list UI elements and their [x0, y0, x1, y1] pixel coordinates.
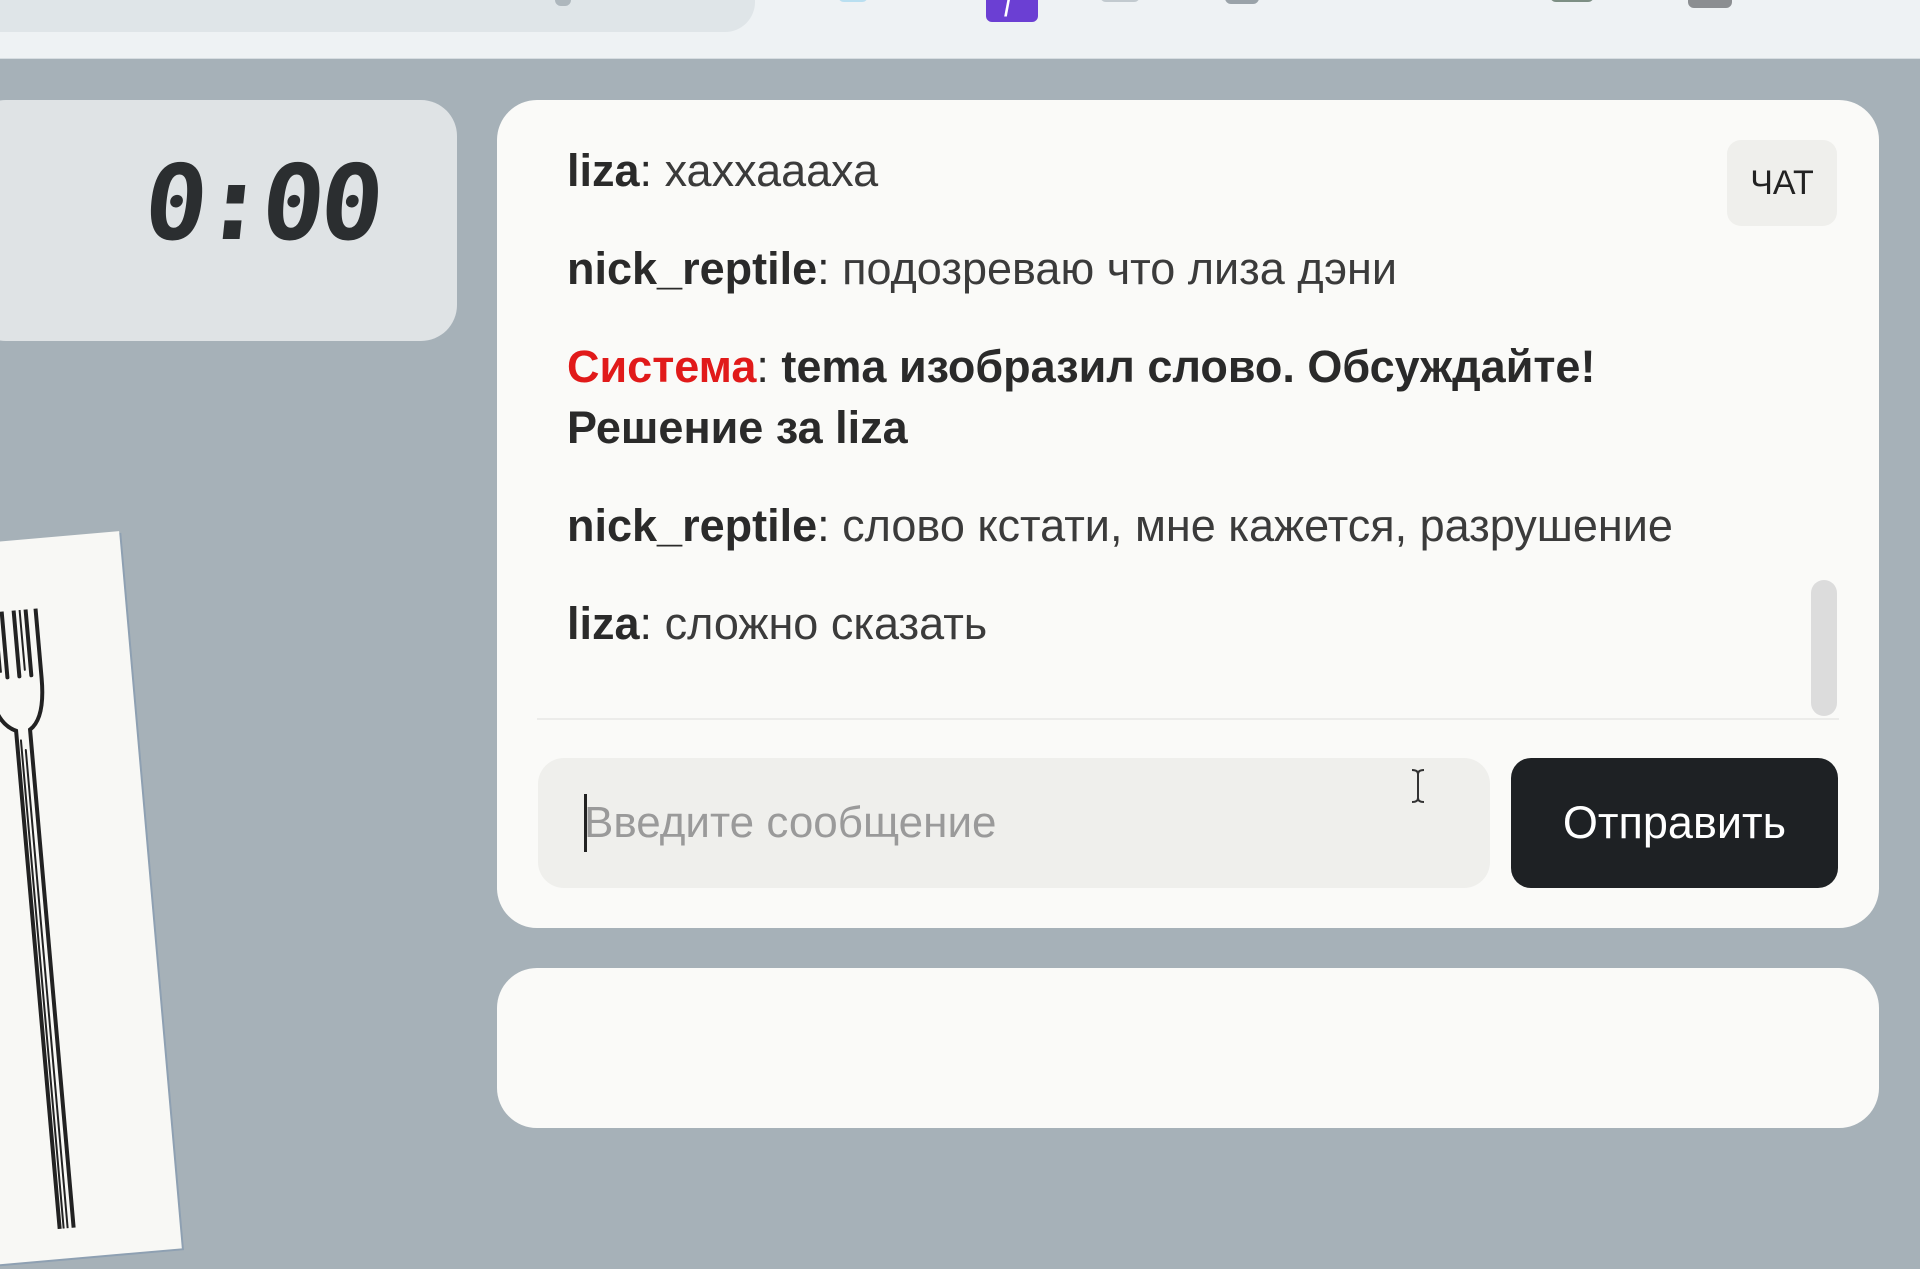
message-author: Система: [567, 341, 757, 392]
message-separator: :: [817, 500, 843, 551]
timer-display: 0:00: [138, 142, 386, 264]
message-text: сложно сказать: [664, 598, 988, 649]
message-text: хаххаааха: [664, 145, 879, 196]
message-separator: :: [817, 243, 843, 294]
message-separator: :: [756, 341, 782, 392]
message-input-wrapper: [538, 758, 1490, 888]
extension-icon[interactable]: [838, 0, 868, 2]
chat-message: liza: хаххаааха: [567, 140, 1747, 201]
message-author: nick_reptile: [567, 500, 818, 551]
address-bar[interactable]: [0, 0, 755, 32]
message-separator: :: [639, 145, 665, 196]
chat-panel: ЧАТ liza: хаххаааха nick_reptile: подозр…: [497, 100, 1879, 928]
message-author: liza: [567, 145, 640, 196]
send-button[interactable]: Отправить: [1511, 758, 1838, 888]
divider: [537, 718, 1839, 720]
profile-avatar-icon[interactable]: [1688, 0, 1732, 8]
chat-message: nick_reptile: слово кстати, мне кажется,…: [567, 495, 1747, 556]
system-message: Система: tema изобразил слово. Обсуждайт…: [567, 336, 1747, 458]
drawing-card: [0, 531, 182, 1269]
extension-icon[interactable]: [1225, 0, 1259, 4]
message-list-scrollbar[interactable]: [1811, 580, 1837, 716]
message-author: nick_reptile: [567, 243, 818, 294]
message-separator: :: [639, 598, 665, 649]
text-cursor-icon: [1411, 769, 1425, 803]
browser-toolbar: /: [0, 0, 1920, 59]
text-caret: [584, 794, 587, 852]
message-text: слово кстати, мне кажется, разрушение: [842, 500, 1673, 551]
chat-message: nick_reptile: подозреваю что лиза дэни: [567, 238, 1747, 299]
message-text: подозреваю что лиза дэни: [842, 243, 1398, 294]
message-input[interactable]: [538, 758, 1490, 888]
message-author: liza: [567, 598, 640, 649]
yahoo-extension-icon[interactable]: /: [986, 0, 1038, 22]
fork-drawing: [0, 606, 76, 1231]
extension-icon[interactable]: [1100, 0, 1140, 2]
chat-message: liza: сложно сказать: [567, 593, 1747, 654]
timer-card: 0:00: [0, 100, 457, 341]
extension-icon[interactable]: [1550, 0, 1594, 2]
message-list: liza: хаххаааха nick_reptile: подозреваю…: [567, 140, 1747, 691]
lower-panel: [497, 968, 1879, 1128]
